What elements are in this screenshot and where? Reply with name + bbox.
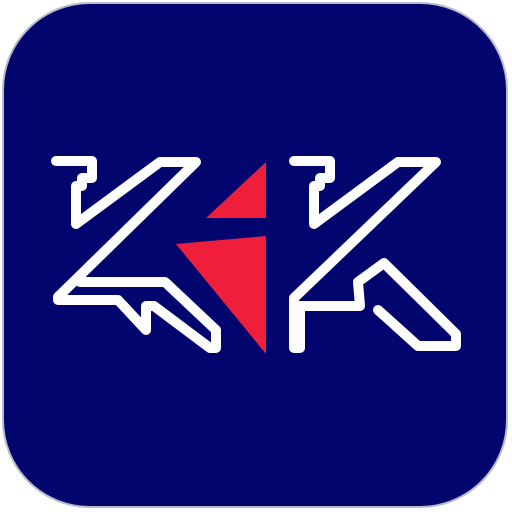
kk-logo-icon [51,156,461,354]
accent-upper-shape [206,162,266,218]
icon-canvas [0,0,512,512]
right-k-shape [289,156,461,353]
